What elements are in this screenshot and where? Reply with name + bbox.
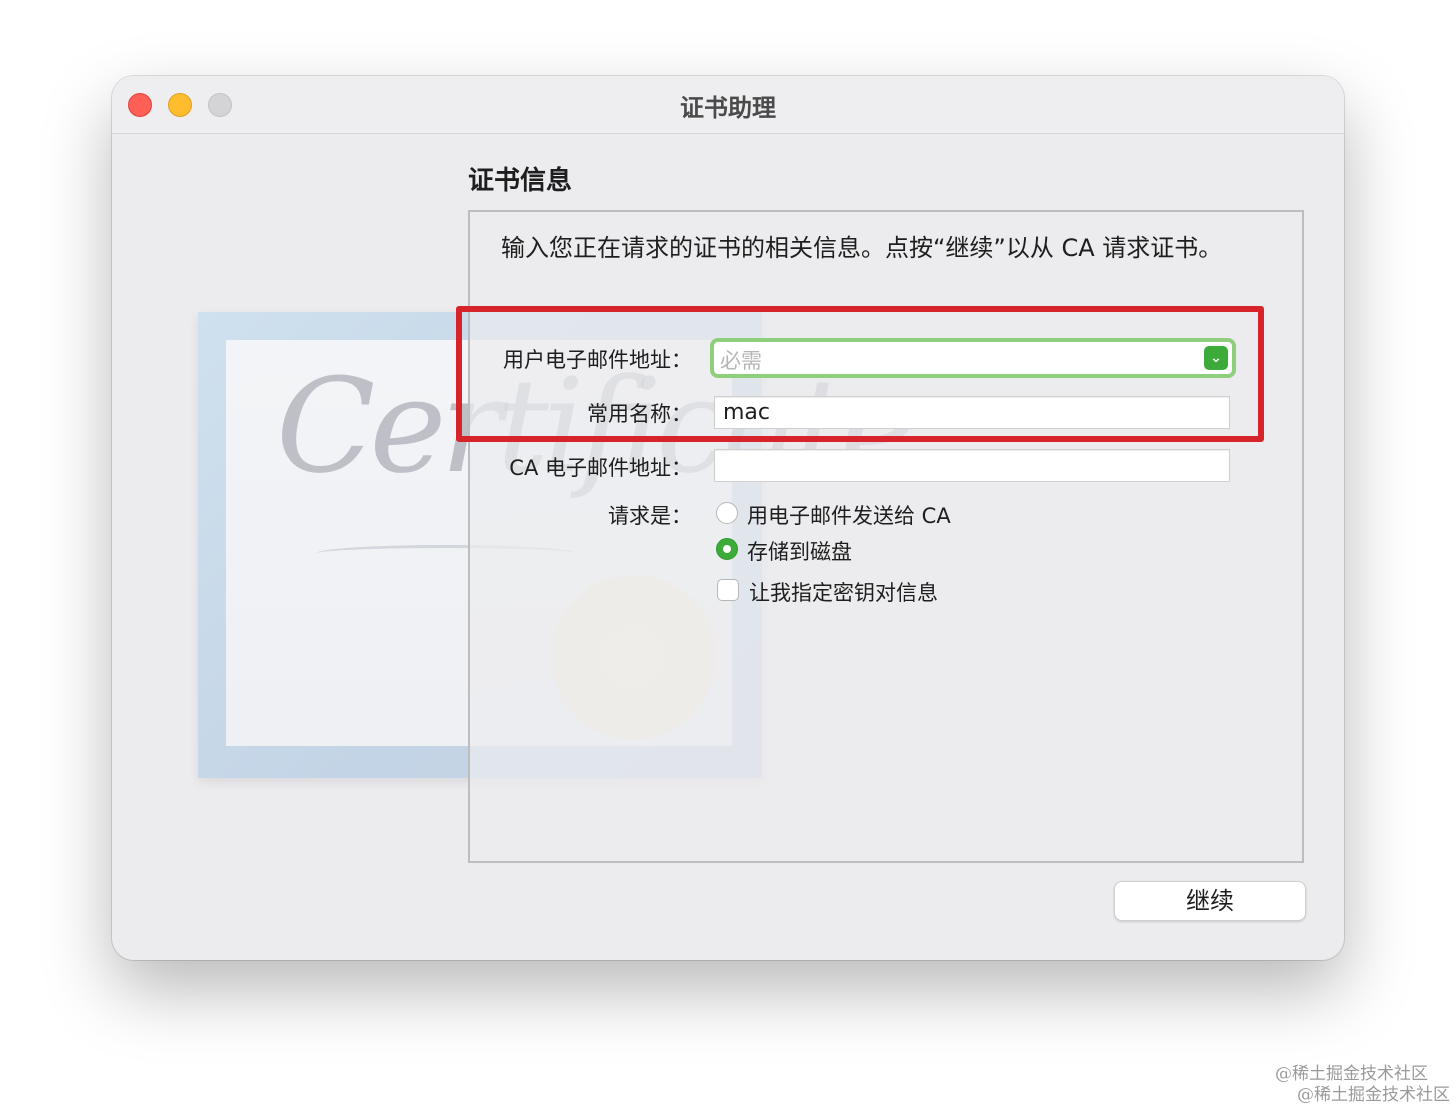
ca-email-field[interactable] [714, 449, 1230, 482]
continue-button[interactable]: 继续 [1114, 881, 1306, 921]
ca-email-label: CA 电子邮件地址： [509, 456, 692, 480]
email-to-ca-option-label[interactable]: 用电子邮件发送给 CA [747, 500, 951, 530]
window-title: 证书助理 [680, 94, 776, 122]
specify-key-pair-checkbox[interactable] [717, 579, 739, 601]
save-to-disk-option-label[interactable]: 存储到磁盘 [747, 536, 852, 566]
save-to-disk-radio[interactable] [716, 538, 738, 560]
certificate-assistant-window: 证书助理 Certificate 证书信息 输入您正在请求的证书的相关信息。点按… [112, 76, 1344, 960]
section-title: 证书信息 [468, 166, 573, 196]
request-label: 请求是： [608, 504, 692, 528]
annotation-highlight-box [456, 306, 1264, 442]
instruction-text: 输入您正在请求的证书的相关信息。点按“继续”以从 CA 请求证书。 [501, 234, 1223, 262]
email-to-ca-radio[interactable] [716, 502, 738, 524]
specify-key-pair-label[interactable]: 让我指定密钥对信息 [749, 577, 938, 607]
title-bar: 证书助理 [112, 76, 1344, 134]
watermark-text: @稀土掘金技术社区 [1297, 1085, 1450, 1105]
